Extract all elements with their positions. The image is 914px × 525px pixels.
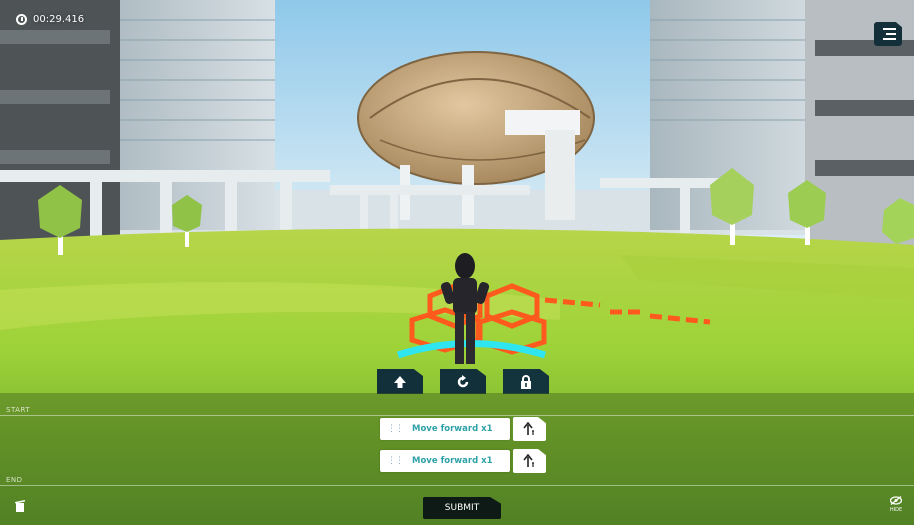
submit-button[interactable]: SUBMIT	[423, 497, 501, 519]
lock-icon	[521, 374, 531, 389]
up-arrow-icon	[394, 375, 406, 388]
step-label: Move forward x1	[412, 456, 493, 466]
timer: 00:29.416	[16, 14, 84, 25]
clock-icon	[16, 14, 27, 25]
end-divider	[0, 485, 914, 486]
hide-label: HIDE	[889, 507, 903, 513]
lock-tool[interactable]	[503, 369, 549, 394]
step-label: Move forward x1	[412, 424, 493, 434]
drag-handle-icon[interactable]: ⋮⋮	[387, 424, 404, 434]
trash-icon[interactable]	[14, 499, 26, 512]
rotate-icon	[457, 374, 469, 387]
program-step[interactable]: ⋮⋮ Move forward x1	[380, 418, 510, 440]
hamburger-menu-icon	[883, 28, 896, 30]
forward-step-icon	[513, 449, 546, 473]
command-toolbar	[377, 369, 549, 394]
hide-button[interactable]: HIDE	[886, 495, 906, 513]
timer-text: 00:29.416	[33, 14, 85, 25]
program-step[interactable]: ⋮⋮ Move forward x1	[380, 450, 510, 472]
drag-handle-icon[interactable]: ⋮⋮	[387, 456, 404, 466]
menu-button[interactable]	[874, 22, 902, 46]
move-forward-tool[interactable]	[377, 369, 423, 394]
start-divider	[0, 415, 914, 416]
start-label: START	[6, 406, 31, 414]
end-label: END	[6, 476, 23, 484]
eye-off-icon	[889, 495, 903, 506]
forward-step-icon	[513, 417, 546, 441]
turn-tool[interactable]	[440, 369, 486, 394]
